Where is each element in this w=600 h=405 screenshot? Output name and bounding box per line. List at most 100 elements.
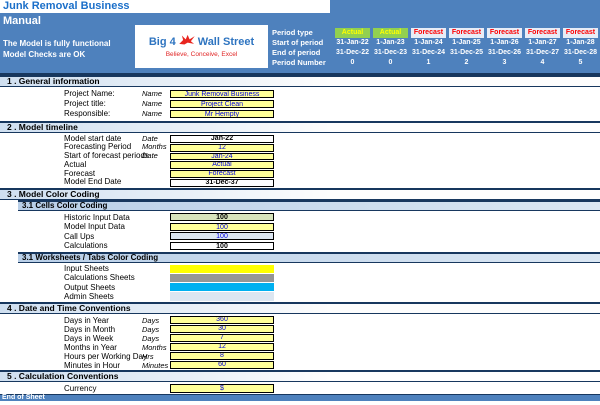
- period-type-cell: Forecast: [449, 28, 484, 38]
- input-cell-project-title[interactable]: Project Clean: [170, 99, 274, 109]
- row-label-model-input-data: Model Input Data: [64, 222, 125, 231]
- workbook-title: Junk Removal Business: [0, 0, 330, 13]
- period-type-cell: Forecast: [411, 28, 446, 38]
- period-number-cell: 4: [540, 59, 545, 66]
- input-cell-forecast[interactable]: Forecast: [170, 170, 274, 178]
- input-cell-currency[interactable]: $: [170, 384, 274, 393]
- period-start-cell: 31-Jan-22: [336, 39, 369, 46]
- input-cell-project-name[interactable]: Junk Removal Business: [170, 89, 274, 99]
- input-cell-minutes-in-hour[interactable]: 60: [170, 361, 274, 369]
- period-start-cell: 1-Jan-28: [566, 39, 595, 46]
- section-rows: Input Sheets Calculations Sheets Output Sh…: [0, 263, 600, 302]
- section-rows: Project Name: Name Junk Removal Business Pr…: [0, 87, 600, 121]
- section-header-1: 1 . General information: [0, 75, 600, 87]
- period-end-cell: 31-Dec-28: [563, 49, 598, 56]
- period-start-cell: 1-Jan-24: [414, 39, 443, 46]
- subsection-header-3-1-worksheets-tabs-color-coding: 3.1 Worksheets / Tabs Color Coding: [18, 252, 600, 263]
- section-header-3: 3 . Model Color Coding: [0, 188, 600, 200]
- workbook-page: Junk Removal Business Manual The Model i…: [0, 0, 600, 405]
- section-rows: Currency $: [0, 382, 600, 394]
- period-end-cell: 31-Dec-23: [373, 49, 408, 56]
- row-label-currency: Currency: [64, 383, 97, 393]
- sheet-row: Currency $: [0, 384, 600, 394]
- subsection-header-3-1-cells-color-coding: 3.1 Cells Color Coding: [18, 200, 600, 211]
- brand-logo-text: Big 4 Wall Street: [135, 33, 268, 50]
- period-number-cell: 0: [388, 59, 393, 66]
- sheet-row: Months in Year Months 12: [0, 343, 600, 352]
- input-cell-hours-per-working-day[interactable]: 8: [170, 352, 274, 360]
- value-cell-call-ups: 100: [170, 232, 274, 241]
- sheet-body: 1 . General information Project Name: Name…: [0, 75, 600, 405]
- section-header-4: 4 . Date and Time Conventions: [0, 302, 600, 314]
- period-row-label: Start of period: [272, 38, 324, 47]
- row-unit: Name: [142, 89, 163, 98]
- sheet-row: Historic Input Data 100: [0, 213, 600, 223]
- period-number-cell: 5: [578, 59, 583, 66]
- period-row-label: End of period: [272, 48, 321, 57]
- row-unit: Name: [142, 109, 163, 118]
- period-row-label: Period Number: [272, 58, 326, 67]
- row-label-admin-sheets: Admin Sheets: [64, 291, 114, 301]
- period-number-cell: 2: [464, 59, 469, 66]
- period-type-cell: Forecast: [487, 28, 522, 38]
- model-status-line1: The Model is fully functional: [3, 39, 111, 48]
- sheet-row: Model End Date 31-Dec-37: [0, 178, 600, 187]
- tab-color-bar-output-sheets: [170, 283, 274, 292]
- section-rows: Model start date Date Jan-22 Forecasting Pe…: [0, 133, 600, 188]
- sheet-row: Project Name: Name Junk Removal Business: [0, 89, 600, 99]
- sheet-row: Days in Week Days 7: [0, 334, 600, 343]
- period-start-cell: 1-Jan-25: [452, 39, 481, 46]
- section-header-2: 2 . Model timeline: [0, 121, 600, 133]
- tab-color-bar-input-sheets: [170, 264, 274, 273]
- sheet-header: Junk Removal Business Manual The Model i…: [0, 0, 600, 75]
- sheet-row: Output Sheets: [0, 283, 600, 292]
- sheet-row: Days in Month Days 30: [0, 325, 600, 334]
- model-status-line2: Model Checks are OK: [3, 50, 86, 59]
- period-end-cell: 31-Dec-26: [487, 49, 522, 56]
- sheet-row: Input Sheets: [0, 264, 600, 273]
- period-number-cell: 0: [350, 59, 355, 66]
- input-cell-days-in-week[interactable]: 7: [170, 334, 274, 342]
- period-end-cell: 31-Dec-25: [449, 49, 484, 56]
- period-start-cell: 1-Jan-27: [528, 39, 557, 46]
- period-number-cell: 3: [502, 59, 507, 66]
- sheet-row: Project title: Name Project Clean: [0, 99, 600, 109]
- period-type-cell: Forecast: [563, 28, 598, 38]
- period-end-cell: 31-Dec-24: [411, 49, 446, 56]
- row-label-responsible: Responsible:: [64, 109, 111, 118]
- sheet-row: Days in Year Days 360: [0, 316, 600, 325]
- row-unit: Minutes: [142, 360, 169, 370]
- brand-logo-left: Big 4: [148, 35, 176, 48]
- input-cell-days-in-month[interactable]: 30: [170, 325, 274, 333]
- sheet-row: Calculations 100: [0, 241, 600, 251]
- input-cell-actual[interactable]: Actual: [170, 161, 274, 170]
- period-panel: Period type Actual Actual Forecast Forecast F…: [272, 28, 598, 68]
- end-of-sheet-label: End of Sheet: [0, 394, 600, 401]
- row-label-historic-input-data: Historic Input Data: [64, 212, 130, 222]
- input-cell-forecasting-period[interactable]: 12: [170, 143, 274, 152]
- section-rows: Historic Input Data 100 Model Input Data 10…: [0, 211, 600, 252]
- section-rows: Days in Year Days 360 Days in Month Days 30 Da…: [0, 314, 600, 370]
- input-cell-start-of-forecast-periods[interactable]: Jan-24: [170, 152, 274, 161]
- row-label-project-title: Project title:: [64, 99, 106, 108]
- period-row-label: Period type: [272, 28, 313, 37]
- row-label-model-end-date: Model End Date: [64, 177, 122, 187]
- input-cell-model-input-data[interactable]: 100: [170, 222, 274, 231]
- eagle-icon: [178, 33, 196, 50]
- value-cell-model-end-date: 31-Dec-37: [170, 178, 274, 187]
- sheet-row: Admin Sheets: [0, 292, 600, 301]
- section-header-5: 5 . Calculation Conventions: [0, 370, 600, 382]
- brand-logo: Big 4 Wall Street Believe, Conceive, Exc…: [135, 25, 268, 68]
- tab-color-bar-calculations-sheets: [170, 273, 274, 283]
- row-label-calculations: Calculations: [64, 241, 108, 250]
- value-cell-model-start-date: Jan-22: [170, 135, 274, 143]
- value-cell-historic-input-data: 100: [170, 213, 274, 222]
- input-cell-months-in-year[interactable]: 12: [170, 343, 274, 351]
- tab-color-bar-admin-sheets: [170, 292, 274, 301]
- input-cell-days-in-year[interactable]: 360: [170, 316, 274, 324]
- sheet-row: Calculations Sheets: [0, 273, 600, 282]
- sheet-name-label: Manual: [3, 15, 41, 27]
- period-type-cell: Actual: [373, 28, 408, 38]
- input-cell-responsible[interactable]: Mr Hempty: [170, 109, 274, 119]
- period-start-cell: 1-Jan-26: [490, 39, 519, 46]
